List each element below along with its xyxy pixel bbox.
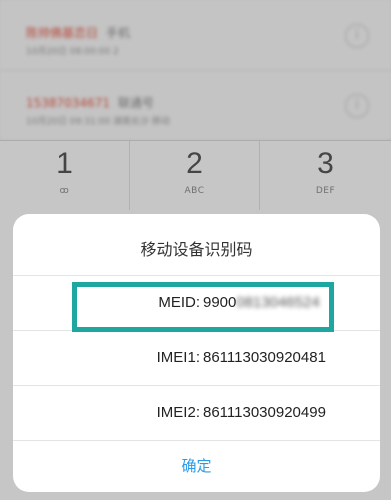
imei1-label: IMEI1: (156, 349, 200, 366)
imei1-value: 861113030920481 (203, 349, 326, 366)
imei1-row: IMEI1: 861113030920481 (13, 330, 380, 385)
imei2-row: IMEI2: 861113030920499 (13, 385, 380, 440)
device-id-dialog: 移动设备识别码 MEID: 99000813046524 IMEI1: 8611… (13, 214, 380, 492)
dialog-title: 移动设备识别码 (140, 240, 253, 259)
imei2-value: 861113030920499 (203, 404, 326, 421)
meid-highlight-box (72, 282, 334, 332)
imei2-label: IMEI2: (156, 404, 200, 421)
confirm-button[interactable]: 确定 (13, 440, 380, 492)
